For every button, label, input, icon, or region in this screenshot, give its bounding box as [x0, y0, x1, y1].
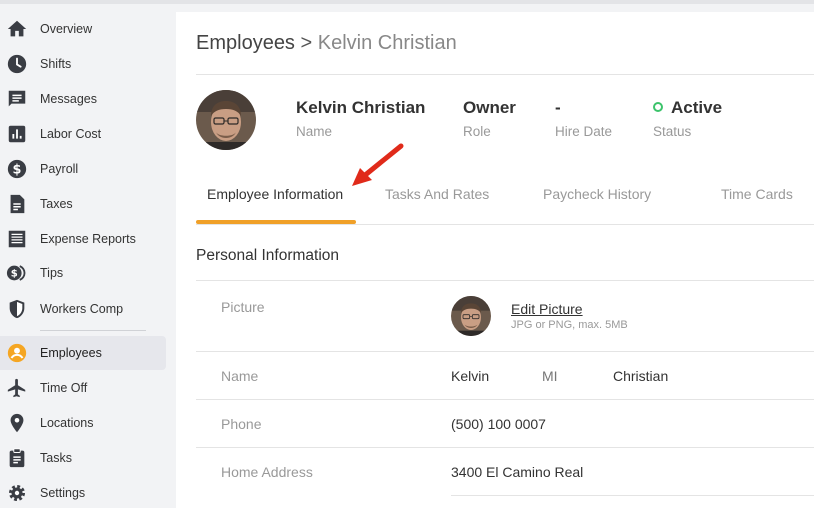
- employee-name-value: Kelvin Christian: [296, 98, 426, 117]
- sidebar-item-label: Messages: [40, 92, 97, 106]
- employee-name-field: Kelvin Christian Name: [296, 98, 425, 139]
- sidebar-item-payroll[interactable]: $ Payroll: [0, 152, 166, 186]
- gear-icon: [6, 482, 28, 504]
- divider: [196, 447, 814, 448]
- tab-employee-information[interactable]: Employee Information: [207, 186, 343, 202]
- sidebar-item-label: Tasks: [40, 451, 72, 465]
- sidebar-item-label: Expense Reports: [40, 232, 136, 246]
- sidebar-item-label: Labor Cost: [40, 127, 102, 141]
- phone-label: Phone: [221, 416, 262, 432]
- picture-hint: JPG or PNG, max. 5MB: [511, 319, 628, 331]
- employee-avatar: [196, 90, 256, 150]
- sidebar-item-label: Locations: [40, 416, 94, 430]
- home-address-label: Home Address: [221, 464, 313, 480]
- sidebar-item-shifts[interactable]: Shifts: [0, 47, 166, 81]
- main-panel: Employees > Kelvin Christian Kelvin Chri…: [176, 12, 814, 508]
- employee-role-label: Role: [463, 124, 491, 139]
- employee-picture: [451, 296, 491, 336]
- breadcrumb-current: Kelvin Christian: [317, 32, 457, 54]
- shield-icon: [6, 298, 28, 320]
- sidebar-item-label: Tips: [40, 266, 64, 280]
- dollar-icon: $: [6, 158, 28, 180]
- divider: [451, 495, 814, 496]
- clock-icon: [6, 53, 28, 75]
- divider: [196, 351, 814, 352]
- divider: [196, 280, 814, 281]
- sidebar-item-label: Time Off: [40, 381, 88, 395]
- tab-tasks-and-rates[interactable]: Tasks And Rates: [385, 186, 489, 202]
- sidebar: Overview Shifts Messages Labor Cost $ Pa…: [0, 10, 176, 508]
- annotation-arrow-icon: [352, 143, 404, 186]
- home-address-field[interactable]: 3400 El Camino Real: [451, 464, 583, 480]
- section-title: Personal Information: [196, 247, 340, 264]
- sidebar-item-tips[interactable]: $ Tips: [0, 256, 166, 290]
- receipt-icon: [6, 228, 28, 250]
- tab-paycheck-history[interactable]: Paycheck History: [543, 186, 651, 202]
- sidebar-item-label: Employees: [40, 346, 102, 360]
- sidebar-item-label: Overview: [40, 22, 93, 36]
- sidebar-item-expense-reports[interactable]: Expense Reports: [0, 222, 166, 256]
- status-active-icon: [653, 102, 663, 112]
- employee-role-value: Owner: [463, 98, 516, 117]
- message-icon: [6, 88, 28, 110]
- sidebar-item-label: Settings: [40, 486, 86, 500]
- top-bar: [0, 0, 814, 4]
- phone-field[interactable]: (500) 100 0007: [451, 416, 546, 432]
- employee-hire-date-field: - Hire Date: [555, 98, 612, 139]
- bar-chart-icon: [6, 123, 28, 145]
- location-pin-icon: [6, 412, 28, 434]
- sidebar-item-label: Shifts: [40, 57, 72, 71]
- employee-role-field: Owner Role: [463, 98, 516, 139]
- employee-hire-date-label: Hire Date: [555, 124, 613, 139]
- sidebar-item-taxes[interactable]: Taxes: [0, 187, 166, 221]
- person-circle-icon: [6, 342, 28, 364]
- employee-status-value: Active: [671, 98, 723, 117]
- picture-label: Picture: [221, 299, 265, 315]
- sidebar-item-locations[interactable]: Locations: [0, 406, 166, 440]
- svg-text:$: $: [13, 163, 22, 178]
- breadcrumb-separator: >: [300, 32, 313, 54]
- tab-time-cards[interactable]: Time Cards: [721, 186, 793, 202]
- coins-icon: $: [6, 262, 28, 284]
- sidebar-item-time-off[interactable]: Time Off: [0, 371, 166, 405]
- name-label: Name: [221, 368, 259, 384]
- divider: [196, 224, 814, 225]
- home-icon: [6, 18, 28, 40]
- sidebar-item-settings[interactable]: Settings: [0, 476, 166, 508]
- edit-picture-link[interactable]: Edit Picture: [511, 301, 583, 317]
- sidebar-item-tasks[interactable]: Tasks: [0, 441, 166, 475]
- airplane-icon: [6, 377, 28, 399]
- sidebar-item-overview[interactable]: Overview: [0, 12, 166, 46]
- sidebar-item-label: Workers Comp: [40, 302, 124, 316]
- divider: [196, 74, 814, 75]
- employee-status-label: Status: [653, 124, 692, 139]
- sidebar-item-labor-cost[interactable]: Labor Cost: [0, 117, 166, 151]
- svg-text:$: $: [11, 269, 18, 280]
- sidebar-item-label: Taxes: [40, 197, 73, 211]
- breadcrumb-parent[interactable]: Employees: [196, 32, 295, 54]
- employee-status-field: Active Status: [653, 98, 722, 139]
- middle-initial-field[interactable]: MI: [542, 368, 558, 384]
- document-icon: [6, 193, 28, 215]
- clipboard-icon: [6, 447, 28, 469]
- first-name-field[interactable]: Kelvin: [451, 368, 489, 384]
- sidebar-item-label: Payroll: [40, 162, 79, 176]
- employee-name-label: Name: [296, 124, 333, 139]
- employee-hire-date-value: -: [555, 98, 561, 117]
- last-name-field[interactable]: Christian: [613, 368, 668, 384]
- sidebar-divider: [40, 330, 146, 331]
- breadcrumb: Employees > Kelvin Christian: [196, 32, 457, 55]
- sidebar-item-employees[interactable]: Employees: [0, 336, 166, 370]
- divider: [196, 399, 814, 400]
- sidebar-item-messages[interactable]: Messages: [0, 82, 166, 116]
- sidebar-item-workers-comp[interactable]: Workers Comp: [0, 292, 166, 326]
